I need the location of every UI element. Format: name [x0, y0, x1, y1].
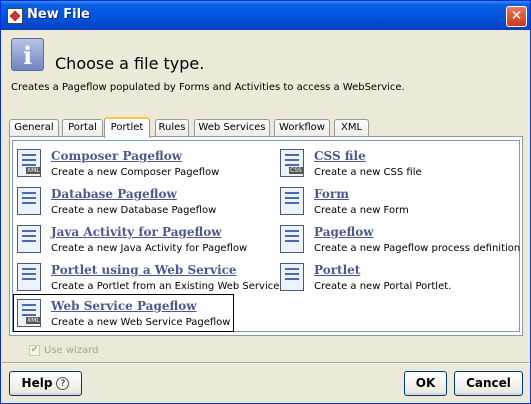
list-item-composer-pageflow[interactable]: XML Composer Pageflow Create a new Compo…: [14, 145, 269, 183]
info-icon: i: [11, 38, 44, 71]
xml-document-icon: XML: [17, 149, 41, 177]
item-title: Composer Pageflow: [51, 149, 183, 163]
item-description: Create a new Composer Pageflow: [51, 167, 220, 178]
help-button[interactable]: Help?: [9, 371, 82, 396]
item-title: Portlet: [314, 263, 361, 277]
tab-workflow[interactable]: Workflow: [274, 119, 330, 137]
tab-portlet[interactable]: Portlet: [104, 117, 150, 138]
item-title: CSS file: [314, 149, 366, 163]
pageflow-icon: [280, 225, 304, 253]
form-icon: [280, 187, 304, 215]
list-item-database-pageflow[interactable]: Database Pageflow Create a new Database …: [14, 183, 269, 221]
help-button-label: Help: [21, 376, 53, 390]
page-title: Choose a file type.: [55, 54, 205, 73]
new-file-dialog: New File ✕ i Choose a file type. Creates…: [0, 0, 531, 404]
list-item-form[interactable]: Form Create a new Form: [277, 183, 517, 221]
portlet-icon: [280, 263, 304, 291]
close-button[interactable]: ✕: [506, 6, 527, 27]
item-title: Form: [314, 187, 349, 201]
item-description: Create a new Portal Portlet.: [314, 281, 452, 292]
item-title: Java Activity for Pageflow: [51, 225, 222, 239]
tab-xml[interactable]: XML: [334, 119, 369, 137]
item-title: Portlet using a Web Service: [51, 263, 237, 277]
list-item-pageflow[interactable]: Pageflow Create a new Pageflow process d…: [277, 221, 521, 259]
list-item-portlet-web-service[interactable]: Portlet using a Web Service Create a Por…: [14, 259, 283, 297]
file-type-description: Creates a Pageflow populated by Forms an…: [11, 82, 405, 93]
list-item-css-file[interactable]: CSS CSS file Create a new CSS file: [277, 145, 517, 183]
tab-portal[interactable]: Portal: [62, 119, 103, 137]
list-item-web-service-pageflow[interactable]: XML Web Service Pageflow Create a new We…: [13, 294, 234, 332]
item-description: Create a Portlet from an Existing Web Se…: [51, 281, 283, 292]
css-file-icon: CSS: [280, 149, 304, 177]
tab-web-services[interactable]: Web Services: [194, 119, 270, 137]
list-item-portlet[interactable]: Portlet Create a new Portal Portlet.: [277, 259, 517, 297]
item-description: Create a new Pageflow process definition: [314, 243, 521, 254]
item-description: Create a new Java Activity for Pageflow: [51, 243, 248, 254]
xml-document-icon: XML: [17, 299, 41, 327]
java-activity-icon: [17, 225, 41, 253]
title-bar[interactable]: New File ✕: [1, 1, 530, 30]
item-description: Create a new CSS file: [314, 167, 422, 178]
use-wizard-label: Use wizard: [44, 345, 99, 356]
help-icon: ?: [56, 377, 70, 390]
item-description: Create a new Form: [314, 205, 409, 216]
file-type-list: XML Composer Pageflow Create a new Compo…: [12, 140, 520, 332]
app-icon: [7, 8, 23, 24]
window-title: New File: [27, 7, 90, 22]
cancel-button[interactable]: Cancel: [454, 371, 523, 396]
item-description: Create a new Web Service Pageflow: [51, 317, 231, 328]
tab-rules[interactable]: Rules: [155, 119, 189, 137]
use-wizard-checkbox[interactable]: ✔: [29, 345, 40, 356]
tab-general[interactable]: General: [9, 119, 59, 137]
item-title: Pageflow: [314, 225, 374, 239]
item-title: Database Pageflow: [51, 187, 177, 201]
list-item-java-activity[interactable]: Java Activity for Pageflow Create a new …: [14, 221, 269, 259]
item-title: Web Service Pageflow: [51, 299, 197, 313]
portlet-web-service-icon: [17, 263, 41, 291]
item-description: Create a new Database Pageflow: [51, 205, 217, 216]
ok-button[interactable]: OK: [404, 371, 447, 396]
divider: [2, 362, 529, 364]
database-pageflow-icon: [17, 187, 41, 215]
